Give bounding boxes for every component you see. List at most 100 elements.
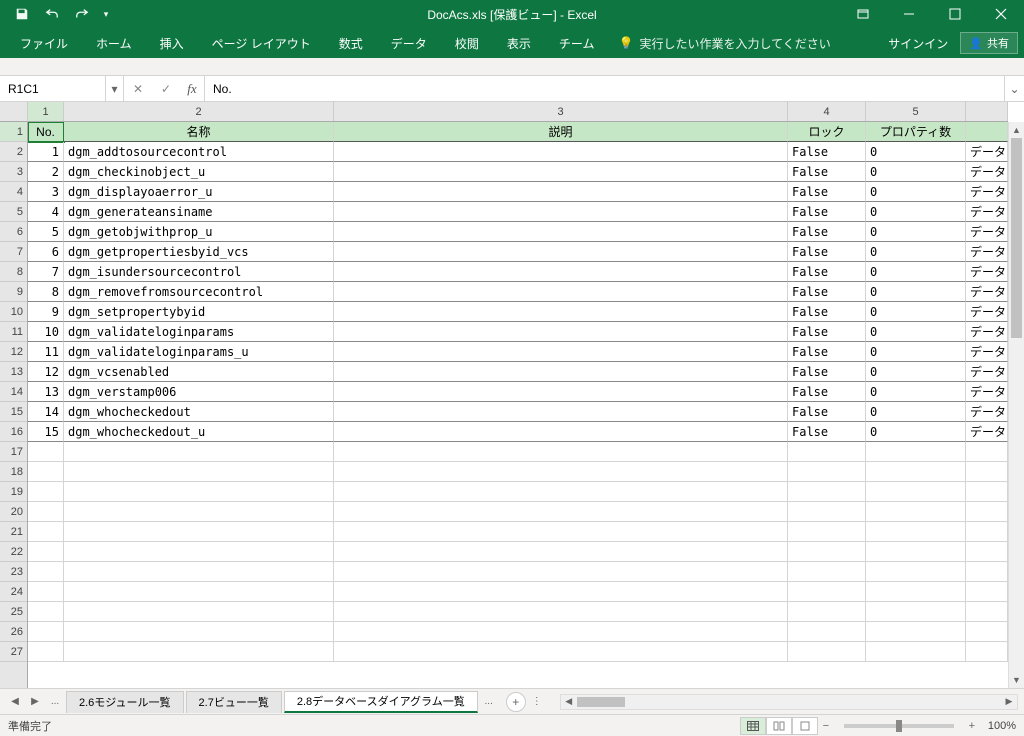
- cell-name[interactable]: dgm_getobjwithprop_u: [64, 222, 334, 242]
- cell-desc[interactable]: [334, 342, 788, 362]
- cell-props[interactable]: 0: [866, 322, 966, 342]
- column-header[interactable]: 3: [334, 102, 788, 121]
- cell-desc[interactable]: [334, 182, 788, 202]
- name-box-dropdown-icon[interactable]: ▾: [106, 76, 124, 101]
- cell[interactable]: [64, 442, 334, 462]
- cell[interactable]: [866, 462, 966, 482]
- row-header[interactable]: 23: [0, 562, 27, 582]
- cell-name[interactable]: dgm_isundersourcecontrol: [64, 262, 334, 282]
- qat-customize-icon[interactable]: ▾: [98, 2, 114, 26]
- row-header[interactable]: 14: [0, 382, 27, 402]
- scroll-down-icon[interactable]: ▼: [1009, 672, 1024, 688]
- normal-view-icon[interactable]: [740, 717, 766, 735]
- cell-extra[interactable]: データ: [966, 282, 1008, 302]
- cell[interactable]: [28, 522, 64, 542]
- cell-props[interactable]: 0: [866, 402, 966, 422]
- zoom-slider[interactable]: [844, 724, 954, 728]
- cell[interactable]: [866, 602, 966, 622]
- row-header[interactable]: 6: [0, 222, 27, 242]
- cell[interactable]: [966, 462, 1008, 482]
- cell[interactable]: [28, 482, 64, 502]
- ribbon-tab[interactable]: ホーム: [82, 28, 146, 58]
- header-cell[interactable]: ロック: [788, 122, 866, 142]
- cell[interactable]: [64, 562, 334, 582]
- cell-props[interactable]: 0: [866, 162, 966, 182]
- cell[interactable]: [28, 622, 64, 642]
- cell-desc[interactable]: [334, 362, 788, 382]
- tell-me-search[interactable]: 💡 実行したい作業を入力してください: [608, 35, 840, 52]
- scroll-right-icon[interactable]: ▶: [1001, 695, 1017, 709]
- cell-props[interactable]: 0: [866, 382, 966, 402]
- fx-icon[interactable]: fx: [180, 81, 204, 97]
- row-header[interactable]: 22: [0, 542, 27, 562]
- cell[interactable]: [334, 442, 788, 462]
- cell[interactable]: [64, 642, 334, 662]
- row-header[interactable]: 3: [0, 162, 27, 182]
- cell-no[interactable]: 13: [28, 382, 64, 402]
- cell-lock[interactable]: False: [788, 262, 866, 282]
- row-header[interactable]: 7: [0, 242, 27, 262]
- cell-extra[interactable]: データ: [966, 422, 1008, 442]
- cell-extra[interactable]: データ: [966, 202, 1008, 222]
- cell[interactable]: [788, 602, 866, 622]
- cell-desc[interactable]: [334, 322, 788, 342]
- cell-lock[interactable]: False: [788, 222, 866, 242]
- header-cell[interactable]: プロパティ数: [866, 122, 966, 142]
- cell[interactable]: [64, 622, 334, 642]
- cell-lock[interactable]: False: [788, 282, 866, 302]
- cell-lock[interactable]: False: [788, 422, 866, 442]
- ribbon-tab[interactable]: データ: [377, 28, 441, 58]
- cell-desc[interactable]: [334, 202, 788, 222]
- cell[interactable]: [788, 442, 866, 462]
- save-icon[interactable]: [8, 2, 36, 26]
- cell-lock[interactable]: False: [788, 242, 866, 262]
- cell-props[interactable]: 0: [866, 242, 966, 262]
- cell[interactable]: [64, 462, 334, 482]
- cell-name[interactable]: dgm_removefromsourcecontrol: [64, 282, 334, 302]
- cell-name[interactable]: dgm_generateansiname: [64, 202, 334, 222]
- cell-no[interactable]: 2: [28, 162, 64, 182]
- cell-props[interactable]: 0: [866, 202, 966, 222]
- cell-lock[interactable]: False: [788, 202, 866, 222]
- name-box[interactable]: R1C1: [0, 76, 106, 101]
- cell-lock[interactable]: False: [788, 322, 866, 342]
- ribbon-tab[interactable]: 数式: [325, 28, 377, 58]
- cell[interactable]: [64, 582, 334, 602]
- signin-link[interactable]: サインイン: [876, 35, 960, 52]
- cell[interactable]: [966, 562, 1008, 582]
- zoom-thumb[interactable]: [896, 720, 902, 732]
- cell-extra[interactable]: データ: [966, 402, 1008, 422]
- cell[interactable]: [966, 502, 1008, 522]
- cells-area[interactable]: No.名称説明ロックプロパティ数1dgm_addtosourcecontrolF…: [28, 122, 1008, 688]
- cell-props[interactable]: 0: [866, 302, 966, 322]
- cell-name[interactable]: dgm_getpropertiesbyid_vcs: [64, 242, 334, 262]
- cell-name[interactable]: dgm_checkinobject_u: [64, 162, 334, 182]
- formula-expand-icon[interactable]: ⌄: [1004, 76, 1024, 101]
- page-break-view-icon[interactable]: [792, 717, 818, 735]
- page-layout-view-icon[interactable]: [766, 717, 792, 735]
- cell[interactable]: [788, 522, 866, 542]
- cell[interactable]: [788, 562, 866, 582]
- cell[interactable]: [334, 542, 788, 562]
- cell[interactable]: [866, 522, 966, 542]
- cell-desc[interactable]: [334, 242, 788, 262]
- cell-extra[interactable]: データ: [966, 342, 1008, 362]
- cell[interactable]: [334, 642, 788, 662]
- cell-name[interactable]: dgm_validateloginparams: [64, 322, 334, 342]
- cell[interactable]: [788, 542, 866, 562]
- cell-props[interactable]: 0: [866, 282, 966, 302]
- cell-lock[interactable]: False: [788, 182, 866, 202]
- row-header[interactable]: 25: [0, 602, 27, 622]
- cell-extra[interactable]: データ: [966, 302, 1008, 322]
- cell-desc[interactable]: [334, 222, 788, 242]
- cell-props[interactable]: 0: [866, 222, 966, 242]
- row-header[interactable]: 2: [0, 142, 27, 162]
- cell-lock[interactable]: False: [788, 342, 866, 362]
- add-sheet-button[interactable]: +: [506, 692, 526, 712]
- cell-desc[interactable]: [334, 422, 788, 442]
- row-header[interactable]: 26: [0, 622, 27, 642]
- maximize-icon[interactable]: [932, 0, 978, 28]
- row-header[interactable]: 19: [0, 482, 27, 502]
- row-header[interactable]: 17: [0, 442, 27, 462]
- zoom-out-button[interactable]: −: [818, 720, 834, 732]
